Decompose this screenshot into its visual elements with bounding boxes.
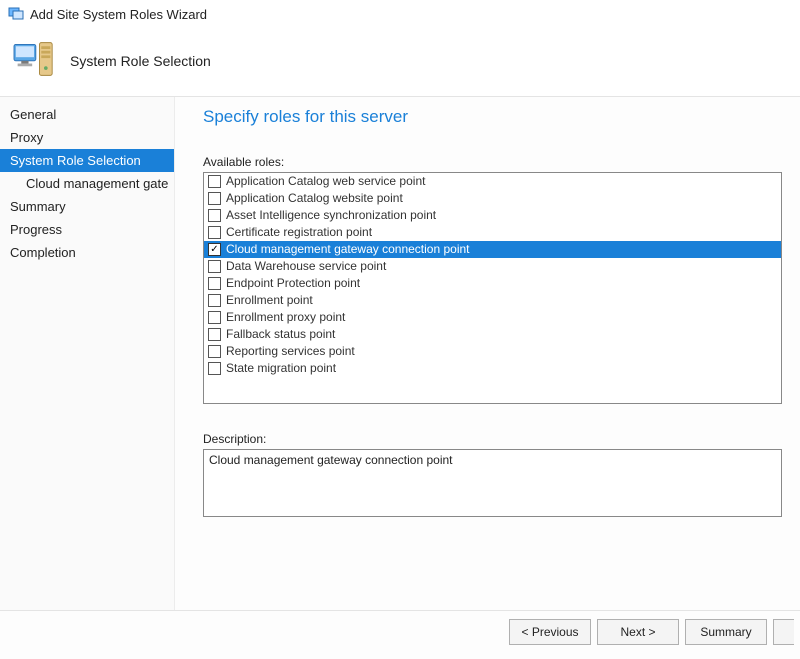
description-text: Cloud management gateway connection poin…	[209, 453, 453, 467]
checkbox-icon[interactable]	[208, 277, 221, 290]
sidebar-item-label: System Role Selection	[10, 153, 141, 168]
available-roles-label: Available roles:	[203, 155, 782, 169]
role-label: Data Warehouse service point	[226, 258, 386, 275]
description-textbox: Cloud management gateway connection poin…	[203, 449, 782, 517]
sidebar-item-label: General	[10, 107, 56, 122]
roles-listbox[interactable]: Application Catalog web service pointApp…	[203, 172, 782, 404]
page-title: Specify roles for this server	[203, 107, 782, 127]
role-row[interactable]: Reporting services point	[204, 343, 781, 360]
sidebar-item-proxy[interactable]: Proxy	[0, 126, 174, 149]
role-row[interactable]: Application Catalog website point	[204, 190, 781, 207]
role-row[interactable]: ✓ Cloud management gateway connection poi…	[204, 241, 781, 258]
sidebar-item-progress[interactable]: Progress	[0, 218, 174, 241]
sidebar-item-system-role-selection[interactable]: System Role Selection	[0, 149, 174, 172]
previous-button[interactable]: < Previous	[509, 619, 591, 645]
titlebar: Add Site System Roles Wizard	[0, 0, 800, 29]
checkbox-icon[interactable]	[208, 328, 221, 341]
wizard-footer: < Previous Next > Summary	[0, 610, 800, 653]
role-label: State migration point	[226, 360, 336, 377]
role-row[interactable]: State migration point	[204, 360, 781, 377]
sidebar-item-summary[interactable]: Summary	[0, 195, 174, 218]
role-label: Enrollment proxy point	[226, 309, 345, 326]
role-row[interactable]: Enrollment point	[204, 292, 781, 309]
role-label: Application Catalog website point	[226, 190, 403, 207]
role-row[interactable]: Fallback status point	[204, 326, 781, 343]
next-button[interactable]: Next >	[597, 619, 679, 645]
sidebar-item-label: Summary	[10, 199, 66, 214]
role-label: Certificate registration point	[226, 224, 372, 241]
checkbox-icon[interactable]	[208, 362, 221, 375]
header-heading: System Role Selection	[70, 53, 211, 69]
checkbox-icon[interactable]	[208, 209, 221, 222]
header: System Role Selection	[0, 29, 800, 97]
sidebar-item-label: Progress	[10, 222, 62, 237]
checkbox-icon[interactable]	[208, 294, 221, 307]
role-row[interactable]: Endpoint Protection point	[204, 275, 781, 292]
role-row[interactable]: Asset Intelligence synchronization point	[204, 207, 781, 224]
checkbox-icon[interactable]	[208, 175, 221, 188]
description-label: Description:	[203, 432, 782, 446]
wizard-sidebar: General Proxy System Role Selection Cloud m…	[0, 97, 175, 616]
role-row[interactable]: Enrollment proxy point	[204, 309, 781, 326]
content-pane: Specify roles for this server Available …	[175, 97, 800, 616]
sidebar-item-completion[interactable]: Completion	[0, 241, 174, 264]
window-title: Add Site System Roles Wizard	[30, 7, 207, 22]
role-row[interactable]: Certificate registration point	[204, 224, 781, 241]
partial-button[interactable]	[773, 619, 794, 645]
role-label: Reporting services point	[226, 343, 355, 360]
sidebar-item-general[interactable]: General	[0, 103, 174, 126]
checkbox-icon[interactable]	[208, 260, 221, 273]
checkbox-icon[interactable]	[208, 311, 221, 324]
summary-button[interactable]: Summary	[685, 619, 767, 645]
checkbox-icon[interactable]	[208, 345, 221, 358]
role-label: Endpoint Protection point	[226, 275, 360, 292]
role-row[interactable]: Application Catalog web service point	[204, 173, 781, 190]
role-row[interactable]: Data Warehouse service point	[204, 258, 781, 275]
sidebar-item-label: Proxy	[10, 130, 43, 145]
role-label: Enrollment point	[226, 292, 313, 309]
server-monitor-icon	[12, 39, 56, 82]
sidebar-item-label: Completion	[10, 245, 76, 260]
role-label: Cloud management gateway connection poin…	[226, 241, 470, 258]
role-label: Fallback status point	[226, 326, 335, 343]
role-label: Asset Intelligence synchronization point	[226, 207, 436, 224]
checkbox-icon[interactable]: ✓	[208, 243, 221, 256]
role-label: Application Catalog web service point	[226, 173, 425, 190]
checkbox-icon[interactable]	[208, 226, 221, 239]
sidebar-item-label: Cloud management gate	[26, 176, 168, 191]
checkbox-icon[interactable]	[208, 192, 221, 205]
sidebar-item-cloud-management-gate[interactable]: Cloud management gate	[0, 172, 174, 195]
wizard-app-icon	[8, 5, 24, 24]
